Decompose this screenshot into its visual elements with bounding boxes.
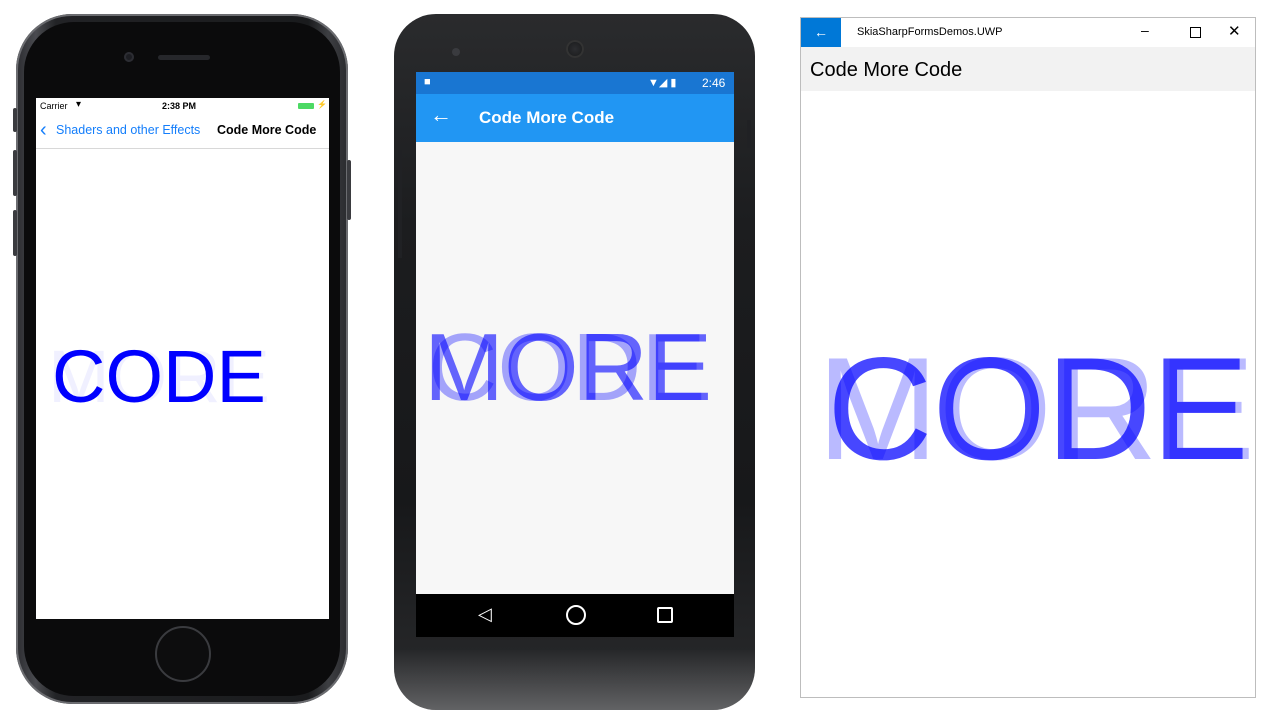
iphone-home-button[interactable] (155, 626, 211, 682)
android-camera (452, 48, 460, 56)
arrow-left-icon[interactable]: ← (430, 104, 452, 126)
ios-screen: Carrier ▾ 2:38 PM ⚡ ‹ Shaders and other … (36, 98, 329, 619)
iphone-volume-down (13, 210, 17, 256)
page-title: Code More Code (217, 123, 317, 137)
close-icon[interactable]: ✕ (1228, 22, 1241, 40)
nav-back-icon[interactable]: ◁ (478, 604, 492, 625)
android-time: 2:46 (702, 76, 726, 90)
android-navigation-bar: ◁ (416, 594, 734, 637)
android-volume-button (398, 150, 402, 258)
signal-wifi-battery-icons: ▼◢ ▮ (648, 77, 677, 89)
ios-navigation-bar: ‹ Shaders and other Effects Code More Co… (36, 114, 329, 149)
canvas-text-front: CODE (52, 335, 266, 418)
arrow-left-icon[interactable]: ← (801, 18, 841, 47)
iphone-volume-up (13, 150, 17, 196)
ios-status-bar: Carrier ▾ 2:38 PM ⚡ (36, 98, 329, 114)
minimize-icon[interactable]: – (1141, 22, 1149, 38)
android-app-bar: ← Code More Code (416, 94, 734, 142)
uwp-page-header: Code More Code (801, 47, 1255, 91)
canvas-text-front: CODE (827, 327, 1249, 490)
android-speaker (566, 40, 584, 58)
iphone-power-button (347, 160, 351, 220)
canvas-text-front: MORE (424, 314, 712, 421)
ios-carrier: Carrier (40, 101, 68, 111)
window-title: SkiaSharpFormsDemos.UWP (857, 26, 1003, 38)
nav-recents-icon[interactable] (657, 607, 673, 623)
nav-home-icon[interactable] (566, 605, 586, 625)
uwp-title-bar: ← SkiaSharpFormsDemos.UWP – ✕ (801, 18, 1255, 47)
uwp-window: ← SkiaSharpFormsDemos.UWP – ✕ Code More … (800, 17, 1256, 698)
maximize-icon[interactable] (1190, 27, 1201, 38)
android-notification-icon: ■ (424, 76, 431, 88)
page-title: Code More Code (810, 59, 963, 81)
iphone-camera (124, 52, 134, 62)
android-power-button (747, 120, 751, 148)
charging-icon: ⚡ (317, 100, 327, 109)
android-screen: ■ ▼◢ ▮ 2:46 ← Code More Code CODE MORE ◁ (416, 72, 734, 637)
ios-time: 2:38 PM (162, 101, 197, 111)
back-button[interactable]: Shaders and other Effects (56, 123, 200, 137)
iphone-silent-switch (13, 108, 17, 132)
page-title: Code More Code (479, 108, 615, 127)
chevron-left-icon[interactable]: ‹ (40, 120, 47, 140)
wifi-icon: ▾ (76, 99, 82, 110)
iphone-speaker (158, 55, 210, 60)
android-status-bar: ■ ▼◢ ▮ 2:46 (416, 72, 734, 94)
battery-icon (298, 103, 314, 109)
